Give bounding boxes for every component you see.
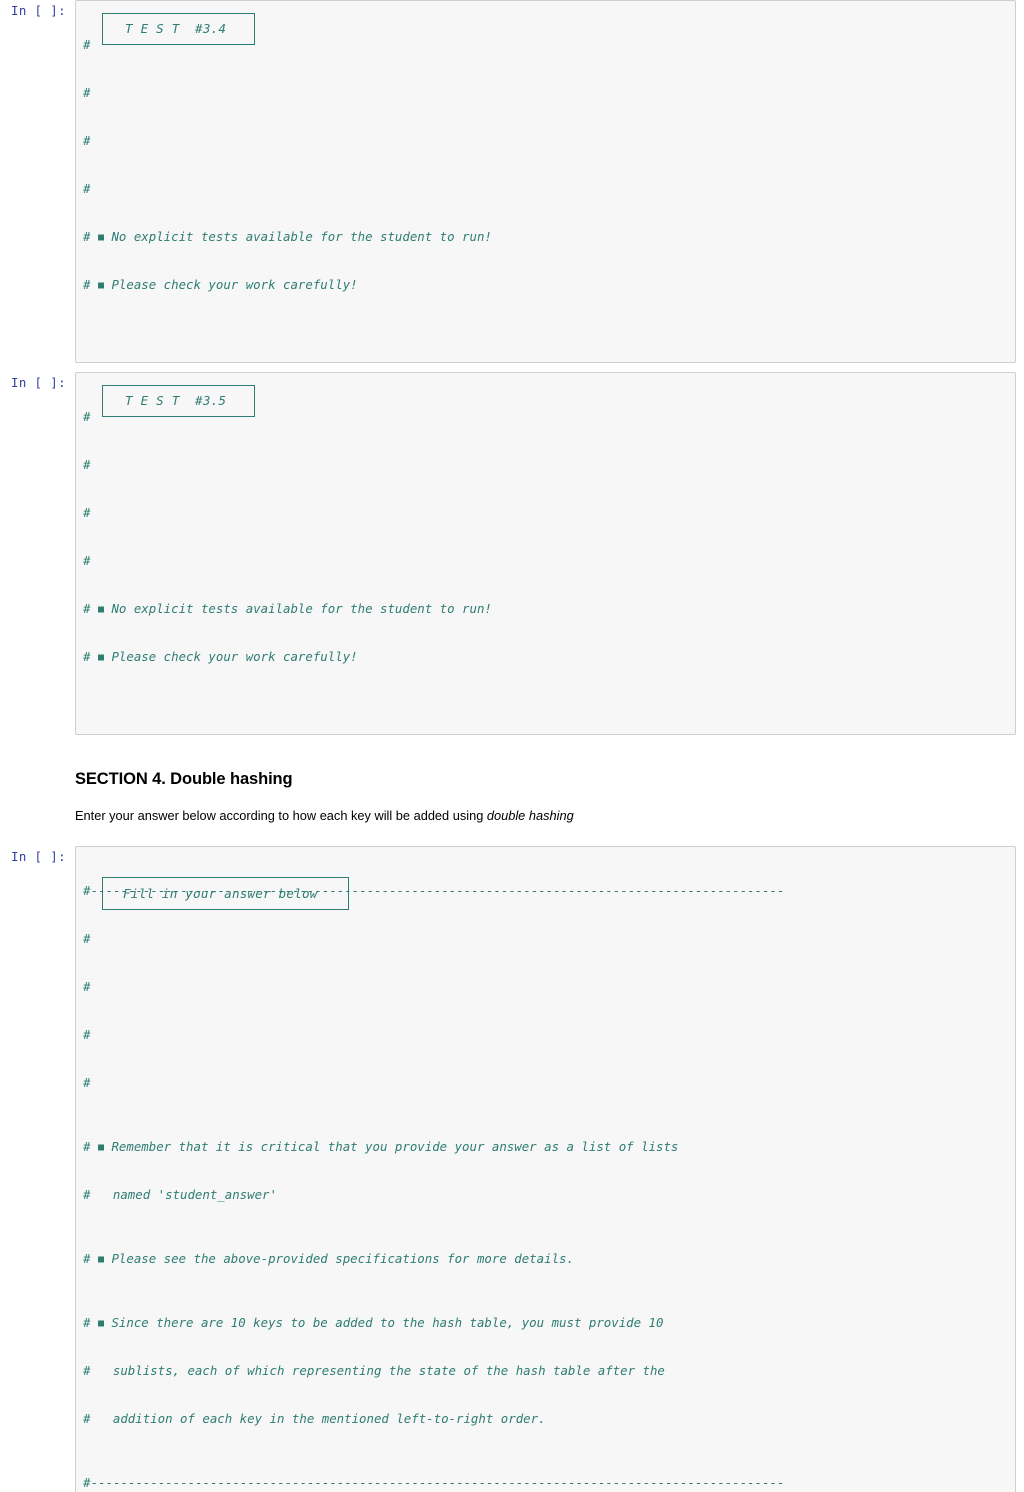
rule-line: #---------------------------------------…	[83, 1475, 785, 1490]
bullet-line: # ■ No explicit tests available for the …	[83, 229, 1011, 245]
notebook-container: In [ ]: # # # # # ■ No explicit tests av…	[0, 0, 1024, 1492]
bullet-text: Please see the above-provided specificat…	[111, 1251, 574, 1266]
bullet-text: Please check your work carefully!	[111, 649, 358, 664]
comment-line: #	[83, 553, 91, 568]
ascii-box-label: T E S T #3.4	[125, 21, 227, 36]
bullet-cont-text: named 'student_answer'	[112, 1187, 277, 1202]
hash-mark: #	[83, 1139, 91, 1154]
hash-mark: #	[83, 1411, 91, 1426]
comment-line: #	[83, 85, 91, 100]
ascii-box-test-3-4: T E S T #3.4	[102, 13, 255, 45]
notebook-cell-test-3-4[interactable]: In [ ]: # # # # # ■ No explicit tests av…	[0, 0, 1024, 363]
cell-source[interactable]: # # # # # ■ No explicit tests available …	[83, 377, 1011, 729]
ascii-box-fill-answer: Fill in your answer below	[102, 877, 349, 910]
hash-mark: #	[83, 1251, 91, 1266]
comment-line: #	[83, 133, 91, 148]
cell-prompt: In [ ]:	[10, 375, 66, 390]
bullet-cont-line: # named 'student_answer'	[83, 1187, 1011, 1203]
bullet-text: Please check your work carefully!	[111, 277, 358, 292]
description-emphasis: double hashing	[486, 808, 574, 823]
bullet-cont-text: sublists, each of which representing the…	[112, 1363, 665, 1378]
bullet-line: # ■ Please check your work carefully!	[83, 649, 1011, 665]
bullet-text: Remember that it is critical that you pr…	[111, 1139, 679, 1154]
comment-line: #	[83, 181, 91, 196]
ascii-box-test-3-5: T E S T #3.5	[102, 385, 255, 417]
notebook-cell-answer[interactable]: In [ ]: #-------------------------------…	[0, 846, 1024, 1492]
cell-input-area[interactable]: # # # # # ■ No explicit tests available …	[75, 372, 1016, 735]
cell-prompt: In [ ]:	[10, 3, 66, 18]
cell-input-area[interactable]: # # # # # ■ No explicit tests available …	[75, 0, 1016, 363]
bullet-cont-text: addition of each key in the mentioned le…	[112, 1411, 546, 1426]
comment-line: #	[83, 931, 91, 946]
notebook-cell-test-3-5[interactable]: In [ ]: # # # # # ■ No explicit tests av…	[0, 372, 1024, 735]
bullet-line: # ■ Please check your work carefully!	[83, 277, 1011, 293]
description-text: Enter your answer below according to how…	[75, 808, 487, 823]
bullet-line: # ■ Remember that it is critical that yo…	[83, 1139, 1011, 1155]
ascii-box-label: Fill in your answer below	[123, 885, 318, 901]
markdown-cell-section-4[interactable]: SECTION 4. Double hashing Enter your ans…	[0, 770, 1024, 825]
bullet-line: # ■ No explicit tests available for the …	[83, 601, 1011, 617]
cell-source[interactable]: # # # # # ■ No explicit tests available …	[83, 5, 1011, 357]
hash-mark: #	[83, 1187, 91, 1202]
comment-line: #	[83, 505, 91, 520]
comment-line: #	[83, 1027, 91, 1042]
section-heading: SECTION 4. Double hashing	[75, 770, 293, 788]
bullet-text: No explicit tests available for the stud…	[111, 229, 492, 244]
comment-line: #	[83, 1075, 91, 1090]
hash-mark: #	[83, 1363, 91, 1378]
ascii-box-label: T E S T #3.5	[125, 393, 227, 408]
bullet-text: No explicit tests available for the stud…	[111, 601, 492, 616]
cell-input-area[interactable]: #---------------------------------------…	[75, 846, 1016, 1492]
bullet-cont-line: # addition of each key in the mentioned …	[83, 1411, 1011, 1427]
bullet-line: # ■ Since there are 10 keys to be added …	[83, 1315, 1011, 1331]
bullet-line: # ■ Please see the above-provided specif…	[83, 1251, 1011, 1267]
comment-line: #	[83, 979, 91, 994]
bullet-cont-line: # sublists, each of which representing t…	[83, 1363, 1011, 1379]
section-description: Enter your answer below according to how…	[75, 807, 1004, 825]
cell-source[interactable]: #---------------------------------------…	[83, 851, 1011, 1492]
cell-prompt: In [ ]:	[10, 849, 66, 864]
comment-line: #	[83, 457, 91, 472]
bullet-text: Since there are 10 keys to be added to t…	[111, 1315, 664, 1330]
hash-mark: #	[83, 1315, 91, 1330]
